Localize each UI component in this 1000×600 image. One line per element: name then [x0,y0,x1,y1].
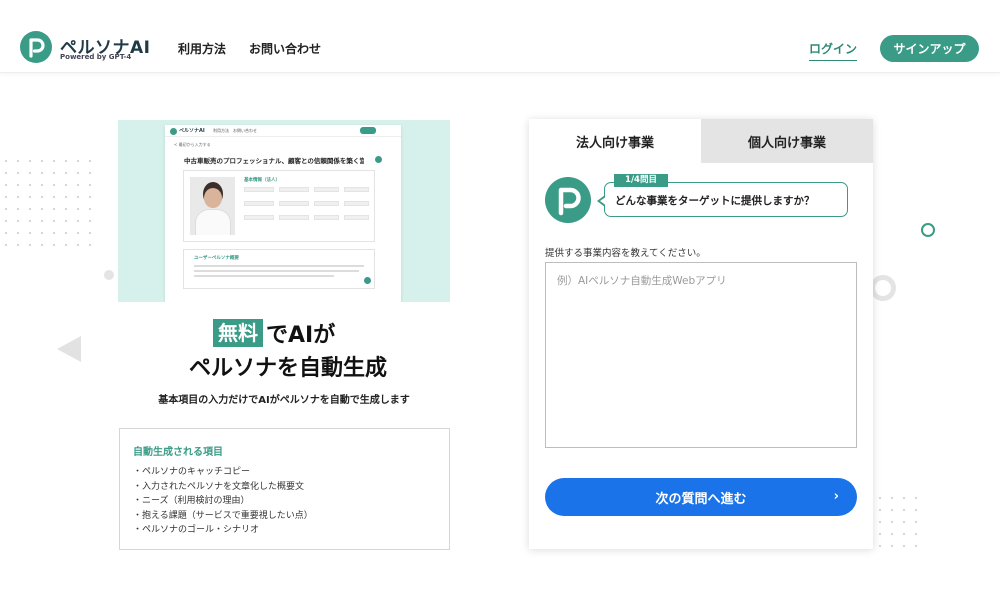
preview-field [344,201,369,206]
preview-window: ペルソナAI 利用方法 お問い合わせ < 最初から入力する 中古車販売のプロフェ… [165,125,401,302]
logo-tagline: Powered by GPT-4 [60,53,132,61]
preview-check-icon [375,156,382,163]
preview-logo-text: ペルソナAI [179,128,205,134]
list-item: ・ニーズ（利用検討の理由） [133,496,250,507]
preview-field [244,201,274,206]
tab-individual[interactable]: 個人向け事業 [701,119,873,163]
generated-items-box: 自動生成される項目 ・ペルソナのキャッチコピー ・入力されたペルソナを文章化した… [119,428,450,550]
preview-field [344,215,369,220]
hero-title-line1: 無料 でAIが [213,318,335,348]
preview-card-title: 基本情報（法人） [244,178,280,183]
decorative-ring [921,223,935,237]
preview-field [279,215,309,220]
person-face [204,188,222,208]
preview-field [314,215,339,220]
decorative-ring [870,275,896,301]
generated-items-title: 自動生成される項目 [133,447,223,458]
free-badge: 無料 [213,319,263,347]
person-body [195,209,231,235]
decorative-dots [0,155,100,255]
business-field-label: 提供する事業内容を教えてください。 [545,248,706,259]
preview-check-icon [364,277,371,284]
next-button-label: 次の質問へ進む [655,491,747,507]
hero-subtitle: 基本項目の入力だけでAIがペルソナを自動で生成します [158,395,410,406]
chevron-right-icon: › [833,489,839,504]
business-description-input[interactable] [545,262,857,448]
decorative-triangle [57,336,81,362]
generated-items-list: ・ペルソナのキャッチコピー ・入力されたペルソナを文章化した概要文 ・ニーズ（利… [133,465,313,538]
preview-topbar: ペルソナAI 利用方法 お問い合わせ [165,125,401,137]
preview-nav-item: お問い合わせ [233,128,257,133]
list-item: ・ペルソナのキャッチコピー [133,467,251,477]
logo-p-icon[interactable] [20,31,52,63]
list-item: ・入力されたペルソナを文章化した概要文 [133,481,305,492]
nav-usage-link[interactable]: 利用方法 [178,40,226,57]
decorative-dot [104,270,114,280]
tab-corporate[interactable]: 法人向け事業 [529,119,701,163]
preview-field [344,187,369,192]
hero-title-text: でAIが [266,323,336,348]
preview-text-line [194,265,364,267]
preview-basic-info-card: 基本情報（法人） [183,170,375,242]
preview-back-link: < 最初から入力する [174,142,211,147]
app-preview-image: ペルソナAI 利用方法 お問い合わせ < 最初から入力する 中古車販売のプロフェ… [118,120,450,302]
preview-logo-icon [170,128,177,135]
preview-card2-title: ユーザーペルソナ概要 [194,256,239,261]
list-item: ・ペルソナのゴール・シナリオ [133,525,260,536]
preview-nav-item: 利用方法 [213,128,229,133]
preview-text-line [194,270,359,272]
preview-field [244,187,274,192]
preview-field [314,201,339,206]
avatar-p-icon [545,177,591,223]
signup-button[interactable]: サインアップ [880,35,979,62]
persona-form-card: 法人向け事業 個人向け事業 1/4問目 どんな事業をターゲットに提供しますか？ … [529,119,873,549]
preview-heading: 中古車販売のプロフェッショナル、顧客との信頼関係を築く営業マン [184,157,364,165]
question-bubble: 1/4問目 どんな事業をターゲットに提供しますか？ [597,174,848,217]
nav-contact-link[interactable]: お問い合わせ [249,40,321,57]
list-item: ・抱える課題（サービスで重要視したい点） [133,510,313,521]
site-header: ペルソナAI Powered by GPT-4 利用方法 お問い合わせ ログイン… [0,0,1000,73]
preview-field [279,201,309,206]
preview-person-photo [190,177,235,235]
preview-button [360,127,376,134]
next-question-button[interactable]: 次の質問へ進む › [545,478,857,516]
preview-field [314,187,339,192]
login-link[interactable]: ログイン [809,40,858,61]
question-text: どんな事業をターゲットに提供しますか？ [615,195,815,207]
preview-field [244,215,274,220]
preview-text-line [194,275,334,277]
preview-summary-card: ユーザーペルソナ概要 [183,249,375,289]
preview-field [279,187,309,192]
question-counter: 1/4問目 [614,174,668,187]
hero-title-line2: ペルソナを自動生成 [188,356,387,381]
